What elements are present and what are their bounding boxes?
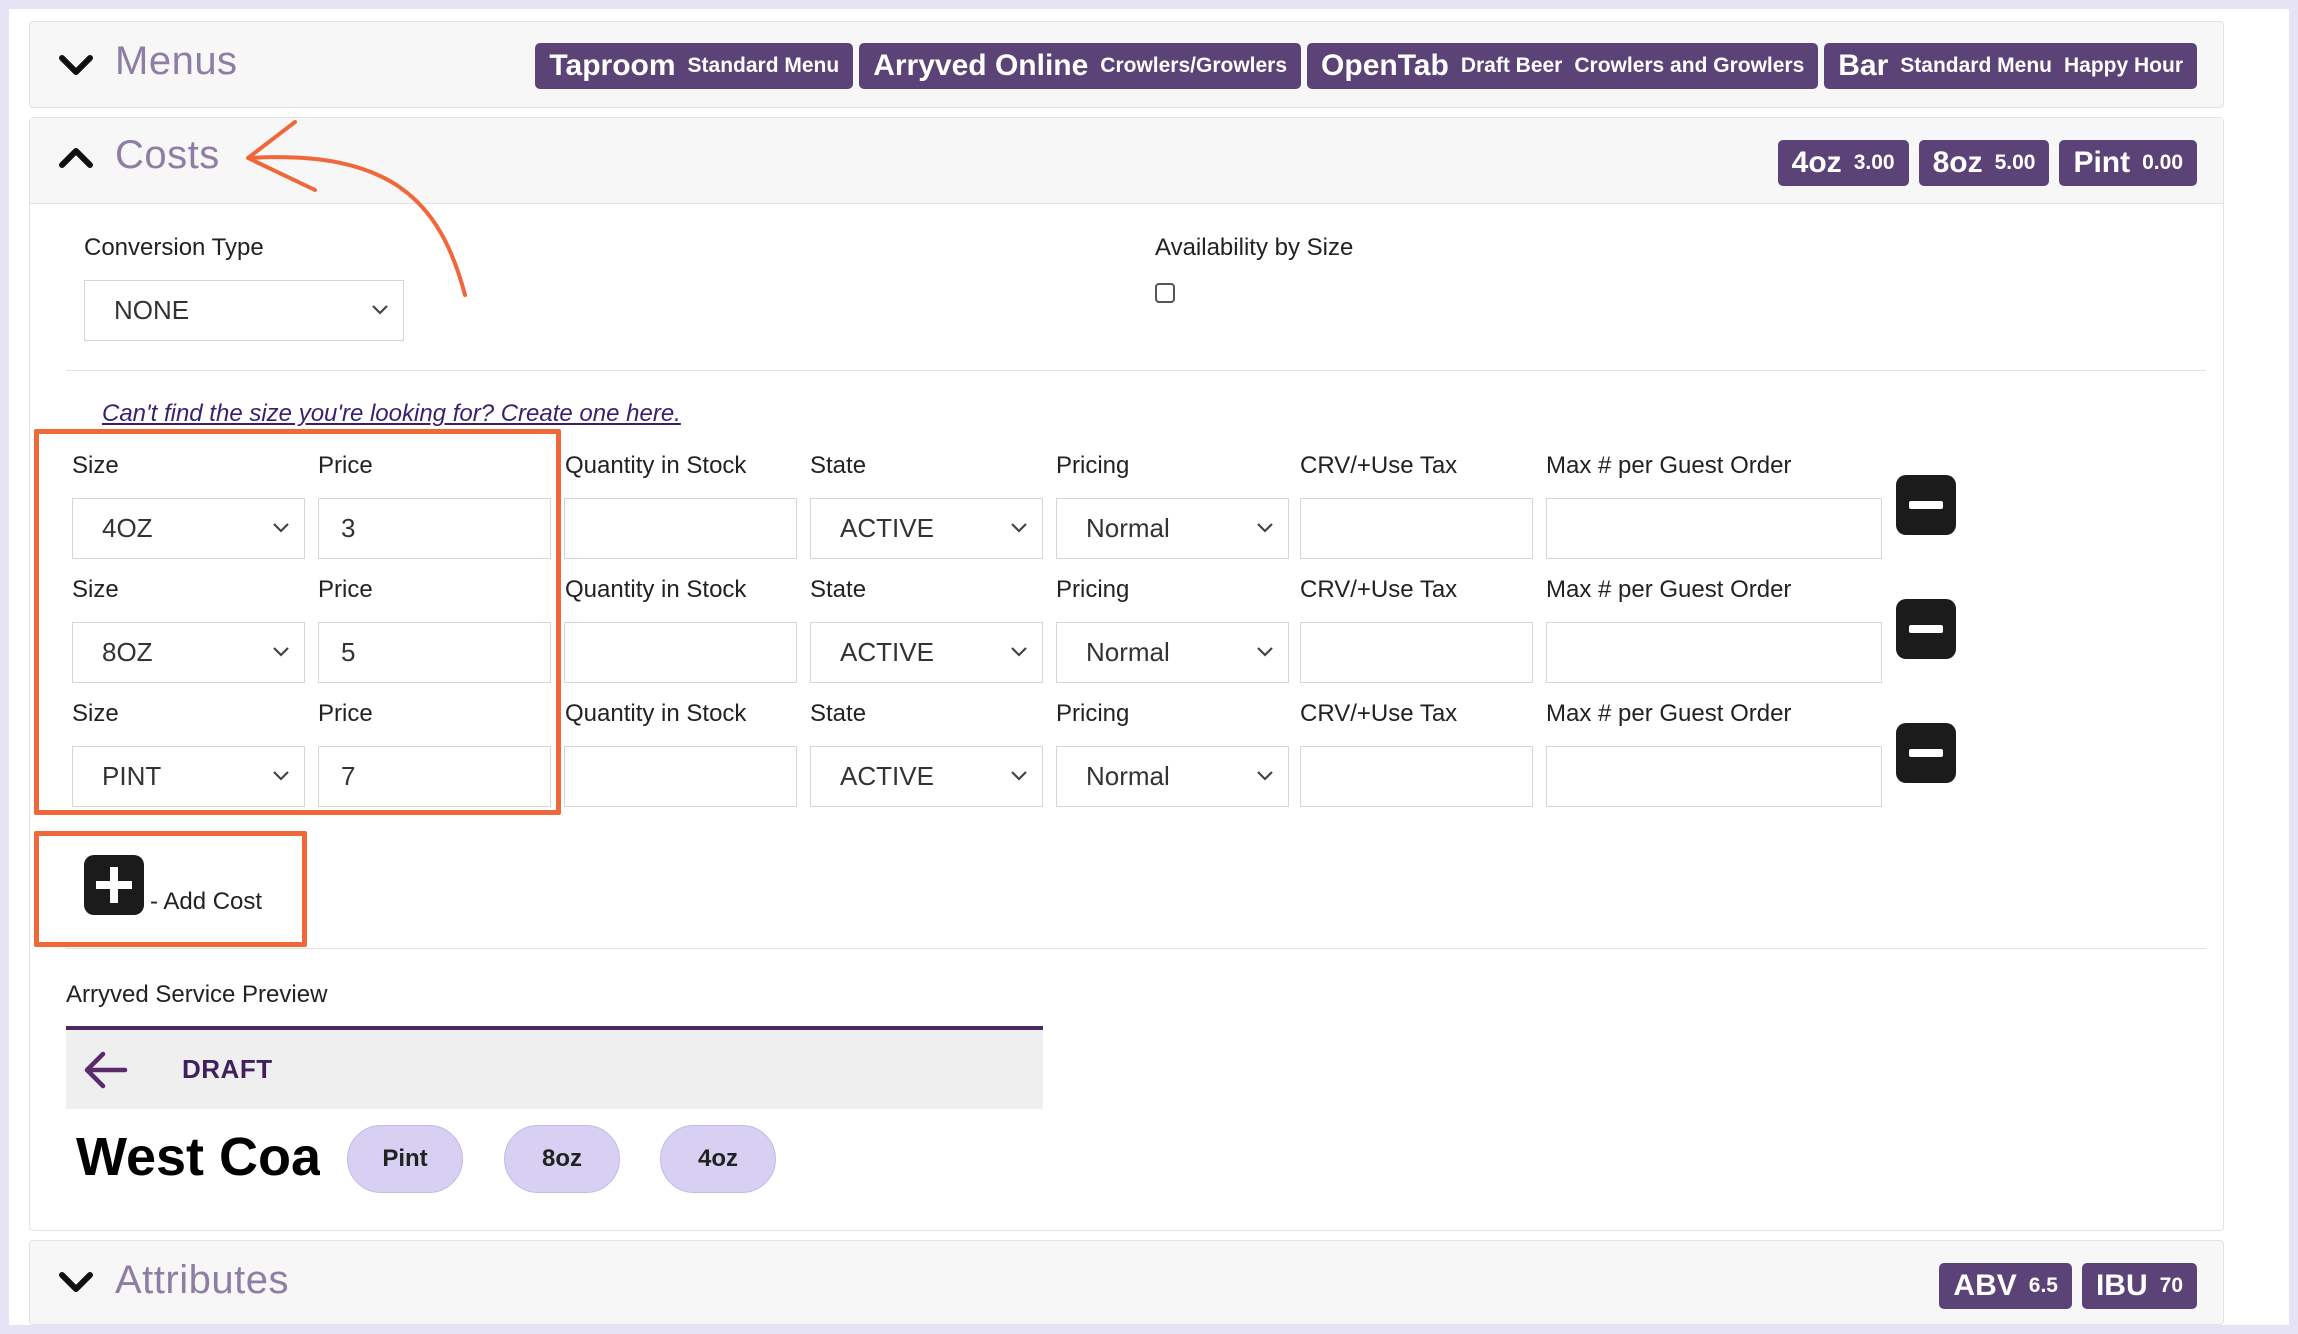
availability-checkbox[interactable] [1155, 283, 1175, 303]
cost-quantity-input[interactable] [564, 622, 797, 683]
attribute-badge-ibu: IBU 70 [2081, 1263, 2197, 1309]
cost-pricing-select[interactable]: Normal [1056, 498, 1289, 559]
create-size-link[interactable]: Can't find the size you're looking for? … [102, 400, 681, 428]
cost-max-label: Max # per Guest Order [1546, 452, 1792, 479]
remove-cost-button[interactable] [1896, 599, 1956, 659]
attribute-badge-abv: ABV 6.5 [1939, 1263, 2072, 1309]
cost-pricing-label: Pricing [1056, 700, 1130, 727]
cost-max-input[interactable] [1546, 622, 1882, 683]
size-price-highlight [34, 429, 561, 815]
beer-name: West Coast [76, 1127, 320, 1187]
size-pill-8oz[interactable]: 8oz [504, 1125, 620, 1193]
costs-header: Costs 4oz 3.00 8oz 5.00 Pint 0.00 [30, 118, 2223, 204]
remove-cost-button[interactable] [1896, 475, 1956, 535]
cost-badge-8oz: 8oz 5.00 [1918, 140, 2050, 186]
arrow-left-icon[interactable] [81, 1048, 129, 1092]
cost-pricing-select[interactable]: Normal [1056, 622, 1289, 683]
preview-title: Arryved Service Preview [66, 981, 328, 1008]
menu-badge-arryved-online: Arryved Online Crowlers/Growlers [859, 43, 1302, 89]
chevron-down-icon [1256, 645, 1274, 659]
conversion-type-label: Conversion Type [84, 234, 264, 261]
cost-pricing-select[interactable]: Normal [1056, 746, 1289, 807]
size-pill-4oz[interactable]: 4oz [660, 1125, 776, 1193]
cost-max-input[interactable] [1546, 746, 1882, 807]
chevron-down-icon[interactable] [58, 50, 94, 80]
cost-state-label: State [810, 700, 867, 727]
cost-state-select[interactable]: ACTIVE [810, 498, 1043, 559]
cost-crv-label: CRV/+Use Tax [1300, 452, 1458, 479]
costs-title[interactable]: Costs [115, 133, 220, 178]
conversion-type-select[interactable]: NONE [84, 280, 404, 341]
menus-panel: Menus Taproom Standard Menu Arryved Onli… [29, 21, 2224, 108]
chevron-down-icon [1256, 521, 1274, 535]
attributes-panel: Attributes ABV 6.5 IBU 70 [29, 1240, 2224, 1325]
cost-quantity-label: Quantity in Stock [565, 576, 747, 603]
cost-quantity-label: Quantity in Stock [565, 452, 747, 479]
chevron-down-icon [1010, 769, 1028, 783]
minus-icon [1909, 625, 1943, 633]
menu-badge-bar: Bar Standard Menu Happy Hour [1824, 43, 2197, 89]
chevron-down-icon[interactable] [58, 1267, 94, 1297]
cost-badge-4oz: 4oz 3.00 [1777, 140, 1909, 186]
divider [66, 948, 2206, 949]
menu-badge-taproom: Taproom Standard Menu [535, 43, 854, 89]
cost-crv-input[interactable] [1300, 622, 1533, 683]
chevron-down-icon [1010, 521, 1028, 535]
cost-max-label: Max # per Guest Order [1546, 700, 1792, 727]
preview-header: DRAFT [66, 1026, 1043, 1109]
minus-icon [1909, 501, 1943, 509]
add-cost-label[interactable]: - Add Cost [150, 888, 262, 916]
menus-title[interactable]: Menus [115, 39, 238, 84]
chevron-down-icon [371, 303, 389, 317]
size-pill-pint[interactable]: Pint [347, 1125, 463, 1193]
availability-label: Availability by Size [1155, 234, 1354, 261]
remove-cost-button[interactable] [1896, 723, 1956, 783]
cost-pricing-label: Pricing [1056, 452, 1130, 479]
preview-category: DRAFT [182, 1054, 273, 1084]
cost-max-input[interactable] [1546, 498, 1882, 559]
attributes-title[interactable]: Attributes [115, 1258, 289, 1303]
cost-crv-label: CRV/+Use Tax [1300, 576, 1458, 603]
chevron-down-icon [1256, 769, 1274, 783]
cost-quantity-label: Quantity in Stock [565, 700, 747, 727]
cost-state-label: State [810, 576, 867, 603]
chevron-down-icon [1010, 645, 1028, 659]
chevron-up-icon[interactable] [58, 143, 94, 173]
cost-state-select[interactable]: ACTIVE [810, 746, 1043, 807]
divider [66, 370, 2206, 371]
menu-badge-opentab: OpenTab Draft Beer Crowlers and Growlers [1307, 43, 1819, 89]
cost-crv-input[interactable] [1300, 498, 1533, 559]
add-cost-button[interactable] [84, 855, 144, 915]
cost-badge-pint: Pint 0.00 [2059, 140, 2197, 186]
cost-quantity-input[interactable] [564, 746, 797, 807]
cost-max-label: Max # per Guest Order [1546, 576, 1792, 603]
minus-icon [1909, 749, 1943, 757]
cost-state-label: State [810, 452, 867, 479]
cost-state-select[interactable]: ACTIVE [810, 622, 1043, 683]
cost-crv-input[interactable] [1300, 746, 1533, 807]
cost-pricing-label: Pricing [1056, 576, 1130, 603]
cost-quantity-input[interactable] [564, 498, 797, 559]
cost-crv-label: CRV/+Use Tax [1300, 700, 1458, 727]
